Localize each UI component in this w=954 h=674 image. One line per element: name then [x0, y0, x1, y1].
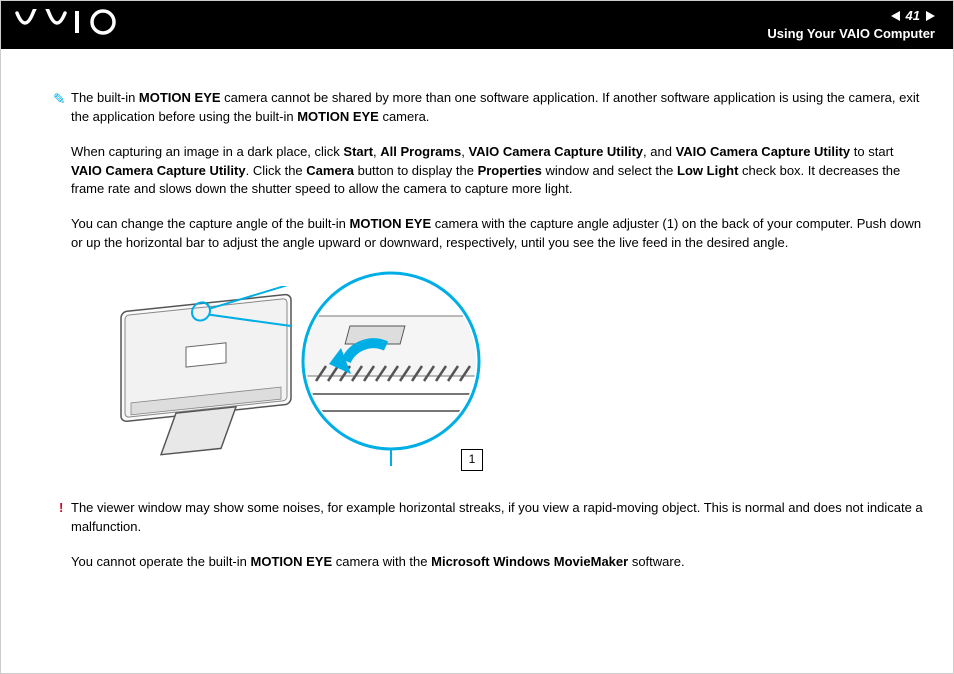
text: . Click the	[246, 163, 307, 178]
next-page-arrow-icon[interactable]	[926, 11, 935, 21]
text: The built-in	[71, 90, 139, 105]
figure-callout-1: 1	[461, 449, 483, 471]
text: , and	[643, 144, 676, 159]
text: The viewer window may show some noises, …	[71, 500, 923, 534]
page-nav: 41	[767, 7, 935, 25]
paragraph: You cannot operate the built-in MOTION E…	[71, 553, 925, 572]
prev-page-arrow-icon[interactable]	[891, 11, 900, 21]
warning-icon: !	[59, 499, 63, 518]
warning-paragraph: ! The viewer window may show some noises…	[71, 499, 925, 537]
paragraph: You can change the capture angle of the …	[71, 215, 925, 253]
text-bold: Camera	[306, 163, 354, 178]
section-title: Using Your VAIO Computer	[767, 25, 935, 43]
text: When capturing an image in a dark place,…	[71, 144, 343, 159]
text-bold: MOTION EYE	[350, 216, 432, 231]
page-header: 41 Using Your VAIO Computer	[1, 1, 953, 49]
computer-back-illustration	[101, 286, 311, 466]
text: software.	[628, 554, 684, 569]
text-bold: Properties	[478, 163, 542, 178]
text-bold: VAIO Camera Capture Utility	[468, 144, 643, 159]
figure-illustration: 1	[101, 271, 925, 481]
text: to start	[850, 144, 893, 159]
text-bold: Low Light	[677, 163, 738, 178]
figure-label-text: 1	[469, 451, 476, 468]
header-right: 41 Using Your VAIO Computer	[767, 7, 935, 43]
note-icon: ✎	[53, 89, 66, 111]
text: You cannot operate the built-in	[71, 554, 251, 569]
text: You can change the capture angle of the …	[71, 216, 350, 231]
text: camera with the	[332, 554, 431, 569]
text-bold: MOTION EYE	[297, 109, 379, 124]
text: camera.	[379, 109, 430, 124]
page-number: 41	[906, 7, 920, 25]
text-bold: Start	[343, 144, 373, 159]
text-bold: VAIO Camera Capture Utility	[676, 144, 851, 159]
vaio-logo	[15, 9, 125, 41]
text-bold: MOTION EYE	[251, 554, 333, 569]
text: window and select the	[542, 163, 677, 178]
paragraph: When capturing an image in a dark place,…	[71, 143, 925, 200]
page-content: ✎ The built-in MOTION EYE camera cannot …	[1, 49, 953, 597]
text-bold: All Programs	[380, 144, 461, 159]
text-bold: MOTION EYE	[139, 90, 221, 105]
zoom-detail-illustration	[291, 266, 491, 466]
text-bold: VAIO Camera Capture Utility	[71, 163, 246, 178]
text-bold: Microsoft Windows MovieMaker	[431, 554, 628, 569]
note-paragraph: ✎ The built-in MOTION EYE camera cannot …	[71, 89, 925, 127]
text: button to display the	[354, 163, 478, 178]
